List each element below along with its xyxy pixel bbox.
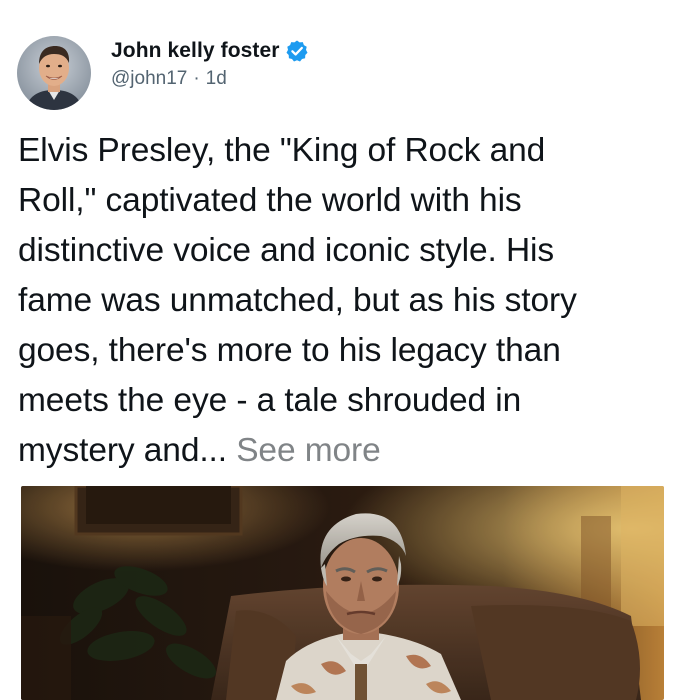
- profile-photo-icon: [17, 36, 91, 110]
- author-meta-row: @john17 · 1d: [111, 68, 309, 90]
- post-body-text: Elvis Presley, the "King of Rock and Rol…: [18, 132, 577, 469]
- author-name-row: John kelly foster: [111, 36, 309, 66]
- post-media-image[interactable]: [21, 486, 664, 700]
- meta-separator: ·: [193, 68, 200, 89]
- author-handle[interactable]: @john17: [111, 68, 187, 89]
- see-more-link[interactable]: See more: [236, 432, 381, 469]
- author-avatar[interactable]: [17, 36, 91, 110]
- portrait-photo-image: [21, 486, 664, 700]
- author-display-name[interactable]: John kelly foster: [111, 39, 280, 63]
- author-info: John kelly foster @john17 · 1d: [111, 36, 309, 90]
- post-text: Elvis Presley, the "King of Rock and Rol…: [18, 126, 688, 476]
- verified-badge-icon: [285, 39, 309, 63]
- post-timestamp[interactable]: 1d: [206, 68, 227, 89]
- post-card: John kelly foster @john17 · 1d Elvis Presl…: [0, 0, 700, 700]
